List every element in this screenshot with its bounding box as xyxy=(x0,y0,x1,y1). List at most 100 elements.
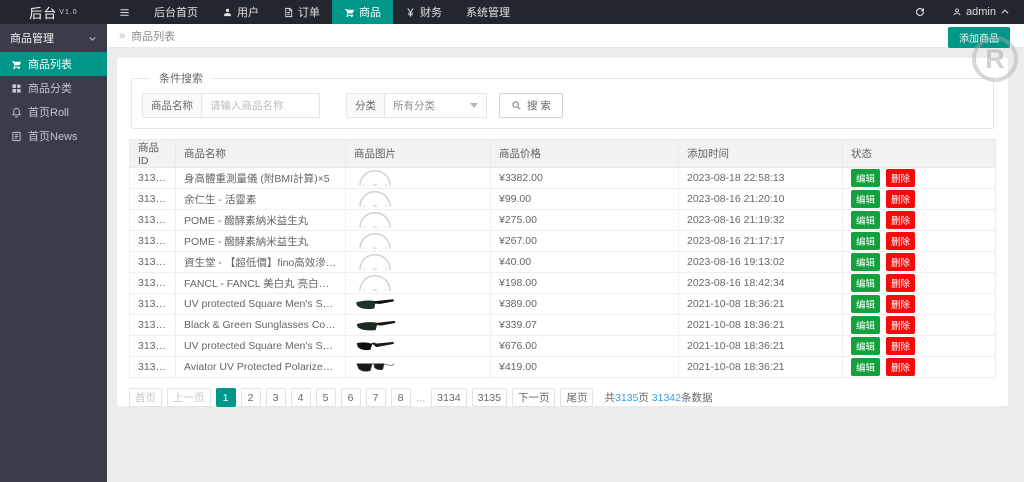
edit-button[interactable]: 编辑 xyxy=(851,232,881,250)
cell-product-image xyxy=(345,167,491,189)
cell-product-id: 31335 xyxy=(129,335,176,357)
pagination-summary: 共3135页 31342条数据 xyxy=(604,392,713,404)
cell-product-name: 余仁生 - 活靈素 xyxy=(175,188,346,210)
cell-status: 编辑 删除 xyxy=(842,293,996,315)
delete-button[interactable]: 删除 xyxy=(886,358,916,376)
cell-add-time: 2023-08-16 19:13:02 xyxy=(678,251,843,273)
delete-button[interactable]: 删除 xyxy=(886,169,916,187)
nav-item-home[interactable]: 后台首页 xyxy=(142,0,210,24)
sidebar-item-home-roll[interactable]: 首页Roll xyxy=(0,100,107,124)
sidebar-group-product-management[interactable]: 商品管理 xyxy=(0,24,107,52)
cell-add-time: 2021-10-08 18:36:21 xyxy=(678,293,843,315)
cell-add-time: 2021-10-08 18:36:21 xyxy=(678,356,843,378)
cell-status: 编辑 删除 xyxy=(842,314,996,336)
sidebar-item-home-news[interactable]: 首页News xyxy=(0,124,107,148)
delete-button[interactable]: 删除 xyxy=(886,316,916,334)
product-table: 商品ID 商品名称 商品图片 商品价格 添加时间 状态 31349 身高體重測量… xyxy=(129,139,996,378)
cart-icon xyxy=(11,60,22,69)
page-number-button[interactable]: 3 xyxy=(265,388,286,407)
cell-product-id: 31334 xyxy=(129,356,176,378)
product-name-label: 商品名称 xyxy=(142,93,202,118)
cell-product-image xyxy=(345,209,491,231)
cell-product-name: UV protected Square Men's Sunglasses (P3… xyxy=(175,335,346,357)
edit-button[interactable]: 编辑 xyxy=(851,295,881,313)
cell-product-price: ¥267.00 xyxy=(490,230,679,252)
page-number-button[interactable]: 7 xyxy=(365,388,386,407)
cell-product-price: ¥198.00 xyxy=(490,272,679,294)
sidebar-item-product-categories[interactable]: 商品分类 xyxy=(0,76,107,100)
broken-image-placeholder-icon xyxy=(359,274,391,291)
page-number-button[interactable]: 1 xyxy=(215,388,236,407)
sidebar-item-product-list[interactable]: 商品列表 xyxy=(0,52,107,76)
page-number-button[interactable]: 3134 xyxy=(431,388,467,407)
delete-button[interactable]: 删除 xyxy=(886,337,916,355)
cell-status: 编辑 删除 xyxy=(842,335,996,357)
delete-button[interactable]: 删除 xyxy=(886,232,916,250)
cell-product-image xyxy=(345,356,491,378)
cell-add-time: 2023-08-16 21:19:32 xyxy=(678,209,843,231)
top-navbar: 后台 V1.0 后台首页 用户 订单 商品 财务 系统管理 admin xyxy=(0,0,1024,24)
delete-button[interactable]: 删除 xyxy=(886,190,916,208)
delete-button[interactable]: 删除 xyxy=(886,295,916,313)
edit-button[interactable]: 编辑 xyxy=(851,211,881,229)
cell-product-name: POME - 醱酵素納米益生丸 xyxy=(175,230,346,252)
total-pages-count: 3135 xyxy=(614,392,639,404)
nav-item-products[interactable]: 商品 xyxy=(332,0,393,24)
cell-product-id: 31345 xyxy=(129,251,176,273)
page-last-button[interactable]: 尾页 xyxy=(560,388,594,407)
nav-item-orders[interactable]: 订单 xyxy=(271,0,332,24)
cell-product-image xyxy=(345,293,491,315)
nav-item-finance[interactable]: 财务 xyxy=(393,0,454,24)
page-number-button[interactable]: 6 xyxy=(340,388,361,407)
user-menu[interactable]: admin xyxy=(938,0,1024,24)
hamburger-menu-button[interactable] xyxy=(107,0,142,24)
yen-icon xyxy=(407,7,414,17)
edit-button[interactable]: 编辑 xyxy=(851,169,881,187)
edit-button[interactable]: 编辑 xyxy=(851,190,881,208)
app-version: V1.0 xyxy=(59,8,78,16)
refresh-button[interactable] xyxy=(902,0,938,24)
delete-button[interactable]: 删除 xyxy=(886,274,916,292)
delete-button[interactable]: 删除 xyxy=(886,253,916,271)
table-row: 31347 POME - 醱酵素納米益生丸 ¥275.00 2023-08-16… xyxy=(129,209,996,231)
cell-add-time: 2023-08-18 22:58:13 xyxy=(678,167,843,189)
edit-button[interactable]: 编辑 xyxy=(851,337,881,355)
username: admin xyxy=(966,6,996,18)
search-panel-legend: 条件搜索 xyxy=(159,73,203,85)
edit-button[interactable]: 编辑 xyxy=(851,316,881,334)
page-number-button[interactable]: 3135 xyxy=(471,388,507,407)
page-first-button[interactable]: 首页 xyxy=(129,388,162,407)
page-number-button[interactable]: 4 xyxy=(290,388,311,407)
breadcrumb: » 商品列表 xyxy=(107,24,1024,48)
delete-button[interactable]: 删除 xyxy=(886,211,916,229)
page-number-button[interactable]: 2 xyxy=(240,388,261,407)
product-name-input[interactable] xyxy=(202,93,320,118)
header-add-time: 添加时间 xyxy=(678,139,843,168)
cell-product-price: ¥99.00 xyxy=(490,188,679,210)
user-icon xyxy=(224,8,231,16)
edit-button[interactable]: 编辑 xyxy=(851,253,881,271)
cell-product-price: ¥389.00 xyxy=(490,293,679,315)
sunglasses-side-view-icon xyxy=(356,320,396,330)
add-product-button[interactable]: 添加商品 xyxy=(948,27,1010,48)
user-icon xyxy=(953,8,961,16)
page-number-button[interactable]: 8 xyxy=(390,388,411,407)
nav-item-system[interactable]: 系统管理 xyxy=(454,0,522,24)
page-number-button[interactable]: 5 xyxy=(315,388,336,407)
broken-image-placeholder-icon xyxy=(359,232,391,249)
nav-item-users[interactable]: 用户 xyxy=(210,0,271,24)
content-card: 条件搜索 商品名称 分类 所有分类 搜 索 xyxy=(117,58,1008,407)
edit-button[interactable]: 编辑 xyxy=(851,358,881,376)
page-prev-button[interactable]: 上一页 xyxy=(167,388,211,407)
cell-product-name: 資生堂 - 【超低價】fino高效滲透護髮膜 紅色 230g... xyxy=(175,251,346,273)
hamburger-icon xyxy=(120,8,129,16)
category-select[interactable]: 所有分类 xyxy=(385,93,487,118)
cell-status: 编辑 删除 xyxy=(842,188,996,210)
cell-product-id: 31337 xyxy=(129,293,176,315)
table-row: 31348 余仁生 - 活靈素 ¥99.00 2023-08-16 21:20:… xyxy=(129,188,996,210)
cell-status: 编辑 删除 xyxy=(842,251,996,273)
cell-product-name: Aviator UV Protected Polarized Black Sun… xyxy=(175,356,346,378)
page-next-button[interactable]: 下一页 xyxy=(511,388,556,407)
edit-button[interactable]: 编辑 xyxy=(851,274,881,292)
search-button[interactable]: 搜 索 xyxy=(499,93,563,118)
